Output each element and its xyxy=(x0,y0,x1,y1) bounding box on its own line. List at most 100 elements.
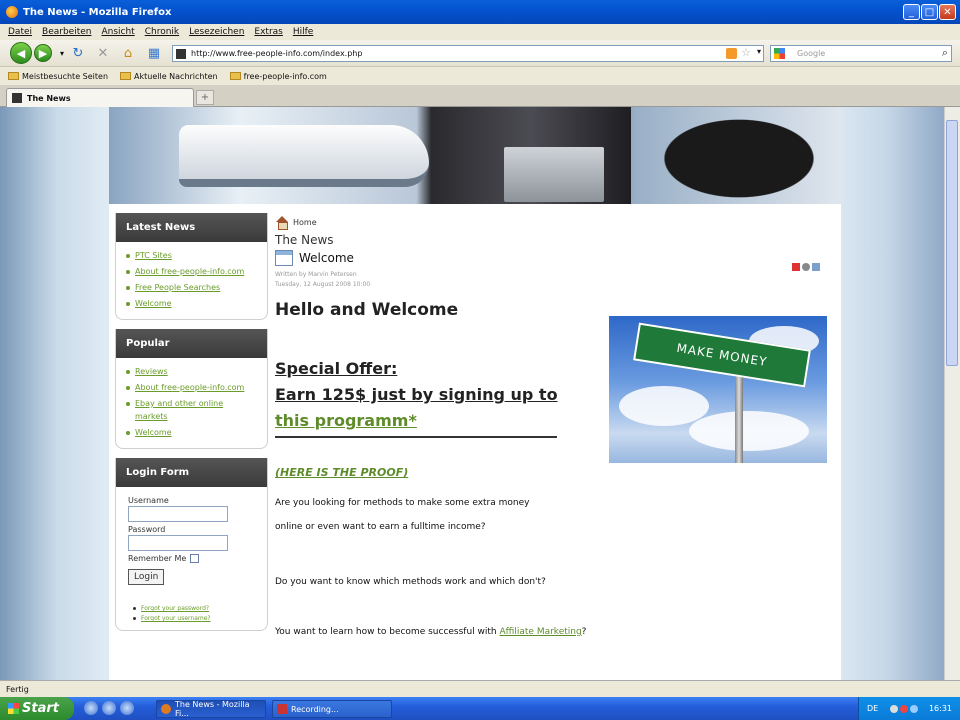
bookmark-site[interactable]: free-people-info.com xyxy=(229,72,327,81)
print-icon[interactable] xyxy=(802,263,810,271)
history-dropdown-icon[interactable]: ▾ xyxy=(54,45,70,61)
bookmark-news[interactable]: Aktuelle Nachrichten xyxy=(120,72,218,81)
clock: 16:31 xyxy=(928,704,952,713)
offer-divider xyxy=(275,436,557,438)
folder-icon xyxy=(229,72,241,80)
latest-news-link[interactable]: Welcome xyxy=(126,297,246,310)
paragraph-2: Do you want to know which methods work a… xyxy=(275,577,546,587)
module-title: Latest News xyxy=(116,213,267,242)
firefox-icon xyxy=(161,704,171,714)
language-indicator[interactable]: DE xyxy=(867,704,878,713)
menu-item-datei[interactable]: Datei xyxy=(8,27,32,37)
popular-link[interactable]: Reviews xyxy=(126,365,246,378)
paragraph-1: Are you looking for methods to make some… xyxy=(275,491,595,539)
yacht-image xyxy=(179,125,429,187)
article-title: Welcome xyxy=(299,251,354,265)
popular-link[interactable]: Ebay and other online markets xyxy=(126,397,246,423)
search-icon[interactable]: ⌕ xyxy=(942,46,948,60)
stop-icon[interactable]: ✕ xyxy=(95,45,111,61)
password-input[interactable] xyxy=(128,535,228,551)
maximize-button[interactable]: □ xyxy=(921,4,938,20)
show-desktop-icon[interactable] xyxy=(84,701,98,715)
paragraph-1-line-2: online or even want to earn a fulltime i… xyxy=(275,522,486,532)
forgot-password-link[interactable]: Forgot your password? xyxy=(133,605,267,612)
module-title: Login Form xyxy=(116,458,267,487)
tab-title: The News xyxy=(27,93,71,103)
latest-news-link[interactable]: About free-people-info.com xyxy=(126,265,246,278)
pdf-icon[interactable] xyxy=(792,263,800,271)
recording-icon xyxy=(277,704,287,714)
paragraph-3: You want to learn how to become successf… xyxy=(275,627,835,637)
start-button[interactable]: Start xyxy=(0,697,74,720)
addon-icon[interactable]: ▦ xyxy=(146,45,162,61)
email-icon[interactable] xyxy=(812,263,820,271)
login-module: Login Form Username Password Remember Me… xyxy=(115,458,268,631)
security-icon[interactable] xyxy=(899,704,908,713)
breadcrumb-home[interactable]: Home xyxy=(293,218,317,227)
search-input[interactable]: Google ⌕ xyxy=(770,45,952,62)
network-icon[interactable] xyxy=(889,704,898,713)
url-bar[interactable]: http://www.free-people-info.com/index.ph… xyxy=(172,45,764,62)
home-icon xyxy=(275,216,289,230)
rss-icon[interactable] xyxy=(726,48,737,59)
car-image xyxy=(644,109,834,199)
signpost xyxy=(735,376,743,463)
offer-line-1: Special Offer: xyxy=(275,359,398,378)
browser-quicklaunch-icon[interactable] xyxy=(102,701,116,715)
window-titlebar[interactable]: The News - Mozilla Firefox xyxy=(0,0,960,24)
reload-icon[interactable]: ↻ xyxy=(70,45,86,61)
article-meta: Written by Marvin Petersen Tuesday, 12 A… xyxy=(275,270,835,290)
taskbar-firefox[interactable]: The News - Mozilla Fi... xyxy=(156,700,266,718)
menu-item-hilfe[interactable]: Hilfe xyxy=(293,27,313,37)
bookmark-star-icon[interactable]: ☆ xyxy=(741,46,751,59)
menu-item-extras[interactable]: Extras xyxy=(254,27,282,37)
tray-icons xyxy=(889,704,918,713)
article-tools xyxy=(792,263,820,271)
back-button[interactable]: ◀ xyxy=(10,42,32,64)
taskbar-recording[interactable]: Recording... xyxy=(272,700,392,718)
breadcrumb: Home xyxy=(275,213,835,231)
new-tab-button[interactable]: + xyxy=(196,90,214,105)
search-engine-icon[interactable] xyxy=(774,48,785,59)
affiliate-marketing-link[interactable]: Affiliate Marketing xyxy=(500,627,582,637)
latest-news-module: Latest News PTC Sites About free-people-… xyxy=(115,213,268,320)
menu-item-bearbeiten[interactable]: Bearbeiten xyxy=(42,27,91,37)
popular-module: Popular Reviews About free-people-info.c… xyxy=(115,329,268,449)
calendar-icon xyxy=(275,250,293,266)
tab-the-news[interactable]: The News xyxy=(6,88,194,107)
forgot-username-link[interactable]: Forgot your username? xyxy=(133,615,267,622)
window-title: The News - Mozilla Firefox xyxy=(23,6,172,18)
windows-taskbar: Start The News - Mozilla Fi... Recording… xyxy=(0,697,960,720)
tab-bar: The News + xyxy=(0,85,960,107)
bookmark-most-visited[interactable]: Meistbesuchte Seiten xyxy=(8,72,108,81)
volume-icon[interactable] xyxy=(909,704,918,713)
username-input[interactable] xyxy=(128,506,228,522)
scrollbar-thumb[interactable] xyxy=(946,120,958,366)
forward-button[interactable]: ▶ xyxy=(34,44,52,62)
module-title: Popular xyxy=(116,329,267,358)
minimize-button[interactable]: _ xyxy=(903,4,920,20)
offer-link[interactable]: this programm* xyxy=(275,411,417,430)
popular-link[interactable]: About free-people-info.com xyxy=(126,381,246,394)
menu-item-lesezeichen[interactable]: Lesezeichen xyxy=(189,27,244,37)
close-button[interactable]: ✕ xyxy=(939,4,956,20)
article-date: Tuesday, 12 August 2008 10:00 xyxy=(275,281,371,288)
browser-viewport: Latest News PTC Sites About free-people-… xyxy=(0,107,944,680)
latest-news-link[interactable]: PTC Sites xyxy=(126,249,246,262)
url-dropdown-icon[interactable]: ▾ xyxy=(757,47,761,56)
remember-me-checkbox[interactable] xyxy=(190,554,200,563)
home-button-icon[interactable]: ⌂ xyxy=(120,45,136,61)
login-button[interactable]: Login xyxy=(128,569,165,585)
proof-link[interactable]: (HERE IS THE PROOF) xyxy=(275,466,835,479)
latest-news-link[interactable]: Free People Searches xyxy=(126,281,246,294)
folder-icon xyxy=(120,72,132,80)
site-name: The News xyxy=(275,233,334,247)
menu-item-chronik[interactable]: Chronik xyxy=(145,27,179,37)
bookmarks-toolbar: Meistbesuchte Seiten Aktuelle Nachrichte… xyxy=(0,67,960,85)
status-text: Fertig xyxy=(6,684,29,694)
menu-item-ansicht[interactable]: Ansicht xyxy=(101,27,134,37)
media-quicklaunch-icon[interactable] xyxy=(120,701,134,715)
paragraph-1-line-1: Are you looking for methods to make some… xyxy=(275,498,530,508)
popular-link[interactable]: Welcome xyxy=(126,426,246,439)
site-favicon xyxy=(176,49,186,59)
